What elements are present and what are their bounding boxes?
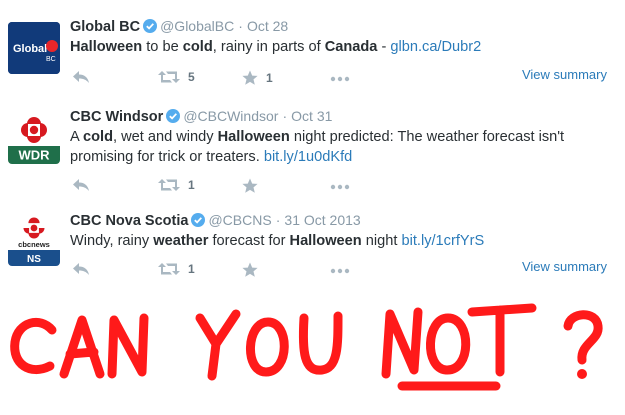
verified-icon — [191, 213, 206, 231]
tweet-header: CBC Nova Scotia @CBCNS · 31 Oct 2013 — [70, 212, 361, 231]
avatar-global-text: Global — [13, 43, 47, 55]
avatar-cbcnews-text: cbcnews — [18, 240, 50, 249]
avatar-cbc-nova-scotia[interactable]: cbcnews NS — [8, 214, 60, 266]
avatar-global-bc[interactable]: Global BC — [8, 22, 60, 74]
tweet-text: Halloween to be cold, rainy in parts of … — [70, 39, 482, 55]
tweet-date[interactable]: Oct 28 — [247, 18, 288, 34]
caption-letter-u — [298, 311, 343, 375]
tweet-link[interactable]: bit.ly/1u0dKfd — [264, 149, 352, 165]
account-name[interactable]: CBC Windsor — [70, 109, 163, 125]
tweet-actions: 5 1 — [70, 70, 370, 90]
caption-letter-o — [246, 317, 289, 377]
reply-icon[interactable] — [72, 262, 90, 276]
more-icon[interactable] — [330, 76, 350, 82]
tweet-text: A cold, wet and windy Halloween night pr… — [70, 129, 565, 165]
avatar-cbc-windsor[interactable]: WDR — [8, 112, 60, 164]
favorite-icon[interactable] — [242, 178, 258, 194]
tweet-text: Windy, rainy weather forecast for Hallow… — [70, 233, 485, 249]
account-name[interactable]: Global BC — [70, 19, 140, 35]
account-handle[interactable]: @CBCWindsor — [183, 108, 278, 124]
tweet-link[interactable]: glbn.ca/Dubr2 — [390, 39, 481, 55]
tweet-cbc-nova-scotia: cbcnews NS CBC Nova Scotia @CBCNS · 31 Oc… — [0, 212, 625, 284]
caption-letter-c — [10, 317, 57, 375]
more-icon[interactable] — [330, 268, 350, 274]
separator: · — [238, 18, 243, 34]
retweet-button[interactable]: 1 — [158, 262, 195, 276]
favorite-icon — [242, 70, 258, 85]
retweet-icon — [158, 179, 180, 191]
avatar-global-sub: BC — [46, 56, 56, 63]
tweet-global-bc: Global BC Global BC @GlobalBC · Oct 28 Ha… — [0, 18, 625, 93]
avatar-ns-label: NS — [27, 254, 41, 265]
tweet-header: Global BC @GlobalBC · Oct 28 — [70, 18, 288, 37]
retweet-button[interactable]: 1 — [158, 178, 195, 192]
retweet-count: 5 — [188, 70, 195, 84]
retweet-icon — [158, 71, 180, 83]
verified-icon — [166, 109, 181, 127]
retweet-count: 1 — [188, 178, 195, 192]
favorite-icon[interactable] — [242, 262, 258, 278]
retweet-icon — [158, 263, 180, 275]
tweet-date[interactable]: 31 Oct 2013 — [284, 212, 360, 228]
tweet-date[interactable]: Oct 31 — [291, 108, 332, 124]
separator: · — [282, 108, 288, 124]
tweet-actions: 1 — [70, 178, 370, 198]
account-handle[interactable]: @CBCNS — [208, 212, 271, 228]
tweet-header: CBC Windsor @CBCWindsor · Oct 31 — [70, 108, 332, 127]
caption-question-mark — [563, 310, 603, 365]
tweet-link[interactable]: bit.ly/1crfYrS — [401, 233, 484, 249]
caption-letter-t — [467, 303, 537, 377]
view-summary-link[interactable]: View summary — [522, 259, 607, 274]
caption-letter-y — [195, 309, 241, 381]
view-summary-link[interactable]: View summary — [522, 67, 607, 82]
reply-icon[interactable] — [72, 178, 90, 192]
caption-letter-n — [107, 313, 149, 379]
retweet-button[interactable]: 5 — [158, 70, 195, 84]
account-handle[interactable]: @GlobalBC — [160, 18, 234, 34]
favorite-button[interactable]: 1 — [242, 70, 273, 86]
favorite-count: 1 — [266, 71, 273, 85]
separator: · — [275, 212, 281, 228]
caption-letter-n2 — [381, 307, 423, 379]
more-icon[interactable] — [330, 184, 350, 190]
caption-question-dot — [577, 369, 587, 379]
retweet-count: 1 — [188, 262, 195, 276]
caption-letter-o2 — [426, 313, 471, 375]
reply-icon[interactable] — [72, 70, 90, 84]
caption-letter-a — [59, 315, 105, 379]
avatar-wdr-label: WDR — [18, 148, 50, 163]
handwritten-caption — [10, 303, 603, 391]
tweet-actions: 1 — [70, 262, 370, 282]
verified-icon — [143, 19, 158, 37]
tweet-cbc-windsor: WDR CBC Windsor @CBCWindsor · Oct 31 A co… — [0, 108, 625, 200]
account-name[interactable]: CBC Nova Scotia — [70, 213, 188, 229]
